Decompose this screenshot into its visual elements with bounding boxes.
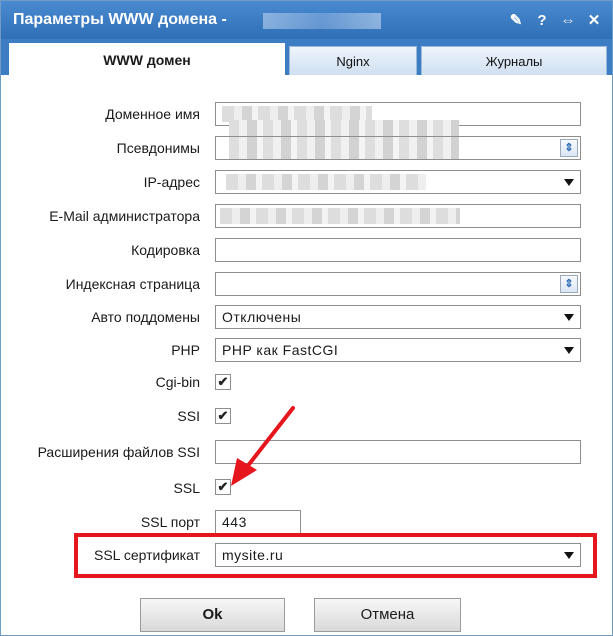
cgi-bin-label: Cgi-bin — [155, 374, 200, 390]
domain-label: Доменное имя — [105, 106, 200, 122]
brush-icon[interactable]: ✎ — [506, 10, 526, 30]
cgi-bin-checkbox[interactable]: ✔ — [215, 374, 231, 390]
tab-bar: WWW домен Nginx Журналы — [1, 39, 612, 75]
admin-email-input[interactable] — [215, 204, 581, 228]
redacted-value — [226, 174, 426, 190]
ssl-port-label: SSL порт — [140, 514, 200, 530]
ssi-label: SSI — [177, 408, 200, 424]
encoding-input[interactable] — [215, 238, 581, 262]
ssl-certificate-highlight — [74, 533, 597, 578]
email-label: E-Mail администратора — [49, 208, 200, 224]
cancel-button[interactable]: Отмена — [314, 598, 461, 632]
spinner-icon[interactable]: ⇕ — [560, 275, 578, 293]
chevron-down-icon — [564, 347, 574, 354]
chevron-down-icon — [564, 179, 574, 186]
tab-www-domain[interactable]: WWW домен — [9, 43, 285, 75]
title-bar[interactable]: Параметры WWW домена - ✎ ? ⇔ ✕ — [1, 1, 612, 39]
annotation-arrow-icon — [231, 406, 295, 486]
ssi-extensions-label: Расширения файлов SSI — [37, 444, 200, 460]
index-page-label: Индексная страница — [65, 276, 200, 292]
tab-nginx[interactable]: Nginx — [289, 46, 417, 75]
close-icon[interactable]: ✕ — [584, 10, 604, 30]
chevron-down-icon — [564, 314, 574, 321]
spinner-icon[interactable]: ⇕ — [560, 139, 578, 157]
form-content: Доменное имя Псевдонимы ⇕ IP-адрес E-Mai… — [1, 75, 612, 635]
title-bar-icons: ✎ ? ⇔ ✕ — [506, 10, 604, 30]
redacted-domain-name — [263, 13, 381, 29]
encoding-label: Кодировка — [131, 242, 200, 258]
php-select[interactable]: PHP как FastCGI — [215, 338, 581, 362]
ssl-port-input[interactable]: 443 — [215, 510, 301, 534]
ok-button[interactable]: Ok — [140, 598, 285, 632]
ip-label: IP-адрес — [143, 174, 200, 190]
domain-settings-dialog: Параметры WWW домена - ✎ ? ⇔ ✕ WWW домен… — [0, 0, 613, 636]
auto-subdomains-label: Авто поддомены — [91, 309, 200, 325]
ip-select[interactable] — [215, 170, 581, 194]
tab-logs[interactable]: Журналы — [421, 46, 607, 75]
aliases-label: Псевдонимы — [116, 140, 200, 156]
resize-icon[interactable]: ⇔ — [558, 10, 578, 30]
help-icon[interactable]: ? — [532, 10, 552, 30]
index-page-input[interactable]: ⇕ — [215, 272, 581, 296]
ssl-port-value: 443 — [222, 514, 247, 530]
php-value: PHP как FastCGI — [222, 342, 339, 358]
auto-subdomains-value: Отключены — [222, 309, 302, 325]
aliases-input[interactable]: ⇕ — [215, 136, 581, 160]
redacted-value — [220, 208, 460, 224]
window-title: Параметры WWW домена - — [13, 11, 227, 28]
php-label: PHP — [171, 342, 200, 358]
ssl-label: SSL — [173, 480, 200, 496]
auto-subdomains-select[interactable]: Отключены — [215, 305, 581, 329]
